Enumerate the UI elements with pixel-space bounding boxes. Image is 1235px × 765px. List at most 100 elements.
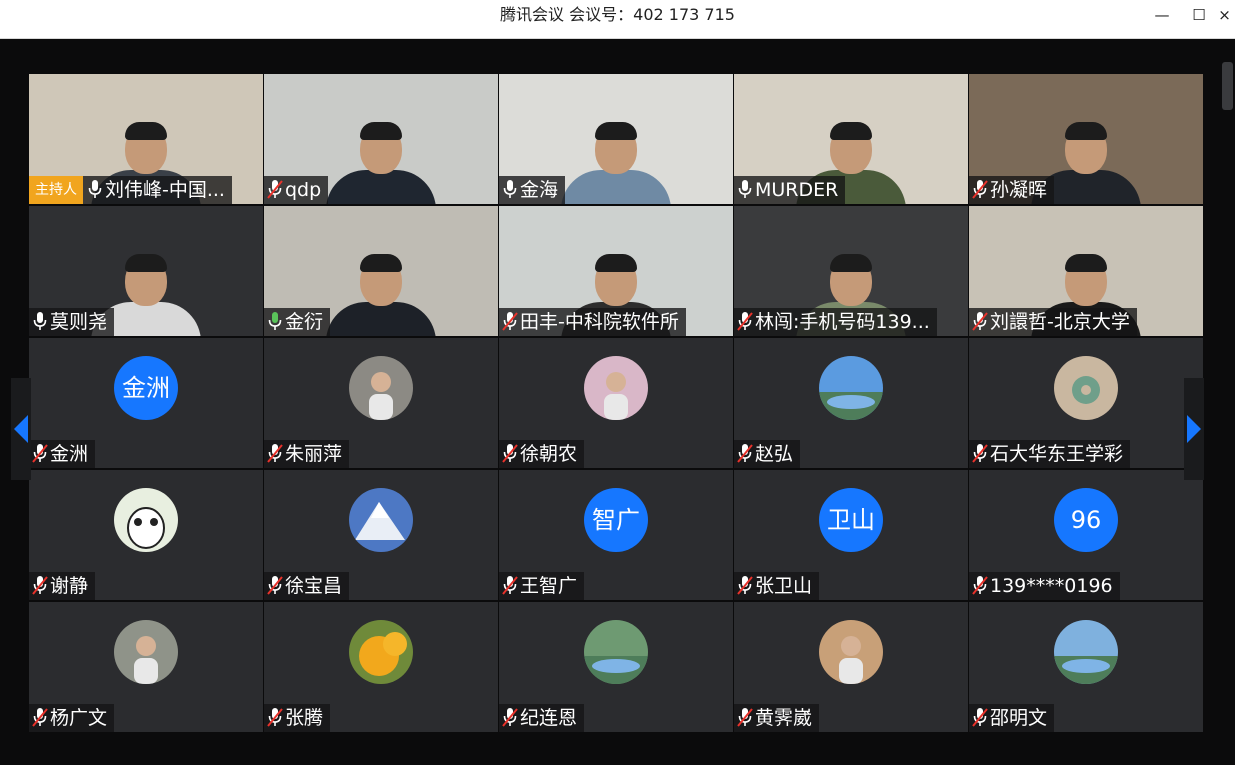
participant-name: 朱丽萍 [285,443,343,465]
participant-tile[interactable]: 金洲 金洲 [29,338,263,468]
participant-tile[interactable]: 卫山张卫山 [734,470,968,600]
lake-photo-icon [819,356,883,420]
participant-tile[interactable]: 黄霁崴 [734,602,968,732]
participant-name: 刘譞哲-北京大学 [990,311,1130,333]
participant-tile[interactable]: 林闯:手机号码139... [734,206,968,336]
mountain-lake-icon [1054,620,1118,684]
participant-video-person [561,122,671,204]
mic-muted-icon [737,443,755,465]
mic-muted-icon [502,311,520,333]
name-tag: 金衍 [264,308,331,336]
participant-tile[interactable]: 金衍 [264,206,498,336]
participant-tile[interactable]: 96 139****0196 [969,470,1203,600]
participant-tile[interactable]: 赵弘 [734,338,968,468]
name-tag: 徐宝昌 [264,572,350,600]
mic-muted-icon [737,707,755,729]
next-page-arrow[interactable] [1184,378,1204,480]
snow-mountain-icon [349,488,413,552]
name-tag: 谢静 [29,572,96,600]
mic-muted-icon [32,575,50,597]
mic-muted-icon [737,575,755,597]
participant-name: 139****0196 [990,575,1113,597]
name-tag: 张腾 [264,704,331,732]
mic-muted-icon [267,179,285,201]
mic-icon [737,179,755,201]
name-tag: 黄霁崴 [734,704,820,732]
participant-tile[interactable]: 刘譞哲-北京大学 [969,206,1203,336]
name-tag: 刘譞哲-北京大学 [969,308,1137,336]
participant-name: 林闯:手机号码139... [755,311,930,333]
panda-icon [114,488,178,552]
participant-name: 邵明文 [990,707,1048,729]
participant-name: qdp [285,179,322,201]
participant-name: 杨广文 [50,707,108,729]
name-tag: 139****0196 [969,572,1120,600]
participant-tile[interactable]: 莫则尧 [29,206,263,336]
street-photo-icon [114,620,178,684]
participant-name: 黄霁崴 [755,707,813,729]
participant-name: 孙凝晖 [990,179,1048,201]
participant-tile[interactable]: 金海 [499,74,733,204]
participant-grid: 主持人 刘伟峰-中国... qdp 金海 MURDER 孙凝晖莫则尧 金衍 田丰-中科院软件所… [29,74,1203,732]
participant-tile[interactable]: qdp [264,74,498,204]
participant-tile[interactable]: 石大华东王学彩 [969,338,1203,468]
title-bar: 腾讯会议 会议号：402 173 715 — ☐ × [0,0,1235,39]
participant-name: 金洲 [50,443,89,465]
name-tag: 杨广文 [29,704,115,732]
maximize-button[interactable]: ☐ [1181,0,1217,30]
participant-tile[interactable]: 徐宝昌 [264,470,498,600]
participant-tile[interactable]: 张腾 [264,602,498,732]
participant-name: 张腾 [285,707,324,729]
name-tag: MURDER [734,176,846,204]
mic-muted-icon [972,443,990,465]
mic-muted-icon [32,707,50,729]
name-tag: 张卫山 [734,572,820,600]
participant-tile[interactable]: 孙凝晖 [969,74,1203,204]
mic-muted-icon [972,179,990,201]
window-title: 腾讯会议 会议号：402 173 715 [500,5,735,24]
name-tag: qdp [264,176,329,204]
mic-icon [502,179,520,201]
prev-page-arrow[interactable] [11,378,31,480]
scrollbar-thumb[interactable] [1222,62,1233,110]
participant-tile[interactable]: 田丰-中科院软件所 [499,206,733,336]
participant-tile[interactable]: MURDER [734,74,968,204]
mic-muted-icon [972,707,990,729]
close-button[interactable]: × [1214,0,1235,30]
name-tag: 林闯:手机号码139... [734,308,937,336]
avatar: 金洲 [114,356,178,420]
mic-icon [87,179,105,201]
participant-tile[interactable]: 主持人 刘伟峰-中国... [29,74,263,204]
name-tag: 徐朝农 [499,440,585,468]
participant-tile[interactable]: 智广 王智广 [499,470,733,600]
poster-person-icon [819,620,883,684]
name-tag: 赵弘 [734,440,801,468]
name-tag: 纪连恩 [499,704,585,732]
mic-muted-icon [502,575,520,597]
participant-name: 谢静 [50,575,89,597]
avatar: 96 [1054,488,1118,552]
participant-name: 田丰-中科院软件所 [520,311,679,333]
mic-muted-icon [502,443,520,465]
participant-tile[interactable]: 徐朝农 [499,338,733,468]
participant-tile[interactable]: 朱丽萍 [264,338,498,468]
participant-name: 张卫山 [755,575,813,597]
name-tag: 邵明文 [969,704,1055,732]
participant-tile[interactable]: 邵明文 [969,602,1203,732]
name-tag: 王智广 [499,572,585,600]
participant-tile[interactable]: 谢静 [29,470,263,600]
orange-fruit-icon [349,620,413,684]
participant-tile[interactable]: 杨广文 [29,602,263,732]
minimize-button[interactable]: — [1144,0,1180,30]
avatar: 卫山 [819,488,883,552]
name-tag: 莫则尧 [29,308,115,336]
chevron-left-icon [14,415,28,443]
participant-tile[interactable]: 纪连恩 [499,602,733,732]
participant-name: 莫则尧 [50,311,108,333]
mic-icon [267,311,285,333]
participant-name: 王智广 [520,575,578,597]
mic-muted-icon [267,575,285,597]
participant-name: 石大华东王学彩 [990,443,1124,465]
participant-name: 金海 [520,179,559,201]
mic-muted-icon [972,575,990,597]
